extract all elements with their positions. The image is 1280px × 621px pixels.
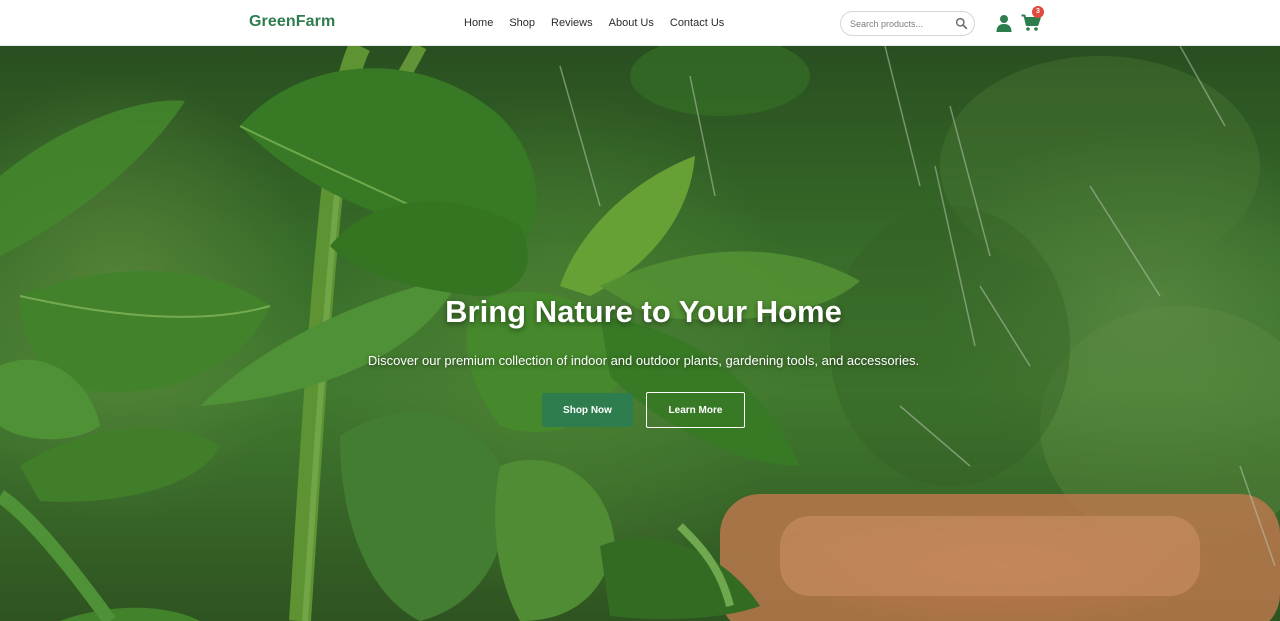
site-header: GreenFarm Home Shop Reviews About Us Con… — [0, 0, 1280, 46]
search-icon[interactable] — [955, 17, 968, 30]
nav-item-home[interactable]: Home — [456, 16, 501, 30]
learn-more-button[interactable]: Learn More — [646, 392, 745, 428]
main-nav: Home Shop Reviews About Us Contact Us — [456, 16, 732, 30]
brand-logo[interactable]: GreenFarm — [249, 13, 335, 31]
nav-item-contact-us[interactable]: Contact Us — [662, 16, 732, 30]
hero-title: Bring Nature to Your Home — [445, 294, 842, 329]
hero-overlay — [0, 46, 1280, 621]
hero-subtitle: Discover our premium collection of indoo… — [367, 353, 920, 368]
search-box — [840, 11, 975, 36]
nav-item-about-us[interactable]: About Us — [601, 16, 662, 30]
shop-now-button[interactable]: Shop Now — [542, 393, 633, 427]
search-input[interactable] — [850, 17, 950, 31]
user-icon[interactable] — [996, 14, 1012, 32]
nav-item-shop[interactable]: Shop — [501, 16, 543, 30]
nav-item-reviews[interactable]: Reviews — [543, 16, 601, 30]
hero-section: Bring Nature to Your Home Discover our p… — [0, 46, 1280, 621]
cart-count-badge: 3 — [1032, 6, 1044, 18]
